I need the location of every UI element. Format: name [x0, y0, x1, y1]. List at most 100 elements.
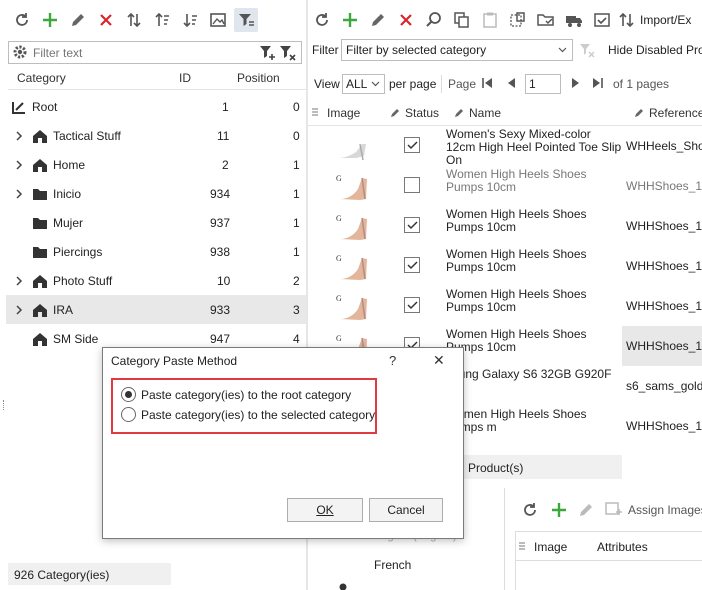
import-export-label: Import/Ex [640, 13, 692, 27]
edit-category-button[interactable] [66, 8, 90, 32]
column-id[interactable]: ID [179, 67, 191, 89]
language-french[interactable]: French [374, 558, 411, 572]
tree-row-photo-stuff[interactable]: Photo Stuff 10 2 [6, 266, 306, 295]
move-button[interactable] [122, 8, 146, 32]
pencil-icon [391, 109, 399, 117]
filter-text-box[interactable] [8, 41, 302, 64]
root-category-icon [12, 102, 25, 114]
move-down-button[interactable] [178, 8, 202, 32]
filter-tree-button[interactable] [234, 8, 258, 32]
status-checkbox[interactable] [404, 137, 420, 153]
add-product-button[interactable] [338, 8, 362, 32]
refresh-products-button[interactable] [310, 8, 334, 32]
column-category[interactable]: Category [17, 67, 66, 89]
status-checkbox[interactable] [404, 297, 420, 313]
delete-category-button[interactable] [94, 8, 118, 32]
radio-paste-to-root[interactable] [121, 387, 136, 402]
tree-row-tactical-stuff[interactable]: Tactical Stuff 11 0 [6, 121, 306, 150]
expand-icon[interactable] [339, 583, 347, 590]
assign-images-button[interactable]: Assign Images [628, 503, 702, 517]
assign-images-icon [605, 502, 622, 515]
shoe-thumbnail-icon: G [336, 174, 367, 200]
close-icon[interactable]: ✕ [433, 352, 445, 369]
option-paste-to-selected-label[interactable]: Paste category(ies) to the selected cate… [141, 408, 375, 422]
search-products-button[interactable] [422, 8, 446, 32]
of-pages-label: of 1 pages [613, 77, 670, 91]
approve-button[interactable] [590, 8, 614, 32]
column-attributes[interactable]: Attributes [597, 540, 648, 554]
tree-position: 3 [293, 303, 300, 317]
radio-paste-to-selected[interactable] [121, 407, 136, 422]
delete-product-button[interactable] [394, 8, 418, 32]
clear-filter-icon[interactable] [579, 42, 595, 58]
shoe-thumbnail-icon: G [336, 214, 367, 240]
folder-check-button[interactable] [534, 8, 558, 32]
filter-label: Filter [312, 43, 339, 57]
table-row[interactable]: G Women High Heels Shoes Pumps 10cm WHHS… [320, 246, 702, 286]
grid-menu-icon[interactable] [312, 108, 318, 118]
hide-disabled-label[interactable]: Hide Disabled Pro [608, 43, 702, 57]
left-edge-splitter-grip[interactable] [3, 400, 6, 410]
last-page-icon[interactable] [592, 77, 604, 89]
view-select[interactable]: ALL [342, 74, 385, 94]
paste-options-highlight [111, 378, 377, 434]
tree-position: 4 [293, 332, 300, 346]
table-row[interactable]: G Women High Heels Shoes Pumps 10cm WHHS… [320, 206, 702, 246]
filter-category-select[interactable]: Filter by selected category [341, 39, 573, 61]
tree-row-piercings[interactable]: Piercings 938 1 [6, 237, 306, 266]
clipboard-icon [483, 12, 497, 28]
filter-text-input[interactable] [31, 43, 255, 62]
clear-filter-icon[interactable] [279, 44, 296, 61]
select-button[interactable] [506, 8, 530, 32]
status-checkbox[interactable] [404, 217, 420, 233]
tree-row-inicio[interactable]: Inicio 934 1 [6, 179, 306, 208]
chevron-right-icon[interactable] [14, 159, 24, 171]
column-reference[interactable]: Reference [649, 102, 702, 124]
import-export-button[interactable]: Import/Ex [618, 8, 691, 32]
cancel-button[interactable]: Cancel [369, 498, 443, 522]
column-status[interactable]: Status [405, 102, 439, 124]
pencil-icon[interactable] [577, 501, 595, 519]
column-position[interactable]: Position [237, 67, 280, 89]
option-paste-to-root-label[interactable]: Paste category(ies) to the root category [141, 388, 351, 402]
add-filter-icon[interactable] [259, 44, 276, 61]
plus-icon[interactable] [550, 501, 568, 519]
column-image[interactable]: Image [534, 540, 567, 554]
shipping-button[interactable] [562, 8, 586, 32]
copy-product-button[interactable] [450, 8, 474, 32]
help-button[interactable]: ? [389, 353, 396, 368]
refresh-icon[interactable] [521, 501, 539, 519]
tree-row-home[interactable]: Home 2 1 [6, 150, 306, 179]
column-name[interactable]: Name [469, 102, 501, 124]
grid-menu-icon[interactable] [519, 542, 525, 552]
table-row[interactable]: Women's Sexy Mixed-color 12cm High Heel … [320, 126, 702, 167]
chevron-right-icon[interactable] [14, 275, 24, 287]
chevron-right-icon[interactable] [14, 304, 24, 316]
previous-page-icon[interactable] [505, 77, 517, 89]
paste-product-button[interactable] [478, 8, 502, 32]
chevron-right-icon[interactable] [14, 130, 24, 142]
next-page-icon[interactable] [570, 77, 582, 89]
column-image[interactable]: Image [327, 102, 360, 124]
ok-button[interactable]: OK [287, 498, 363, 522]
chevron-right-icon[interactable] [14, 188, 24, 200]
edit-product-button[interactable] [366, 8, 390, 32]
tree-row-mujer[interactable]: Mujer 937 1 [6, 208, 306, 237]
table-row[interactable]: G Women High Heels Shoes Pumps 10cm WHHS… [320, 286, 702, 326]
tree-row-root[interactable]: Root 1 0 [6, 92, 306, 121]
product-reference: WHHShoes_10 [626, 419, 702, 433]
refresh-button[interactable] [10, 8, 34, 32]
move-up-button[interactable] [150, 8, 174, 32]
image-button[interactable] [206, 8, 230, 32]
home-category-icon [33, 304, 47, 317]
gear-icon[interactable] [12, 44, 28, 60]
status-checkbox[interactable] [404, 177, 420, 193]
table-row[interactable]: G Women High Heels Shoes Pumps 10cm WHHS… [320, 166, 702, 206]
page-number-input[interactable]: 1 [525, 74, 561, 94]
first-page-icon[interactable] [481, 77, 493, 89]
status-checkbox[interactable] [404, 257, 420, 273]
pencil-icon [72, 14, 84, 26]
add-category-button[interactable] [38, 8, 62, 32]
pencil-icon [372, 14, 384, 26]
tree-row-ira[interactable]: IRA 933 3 [6, 295, 306, 324]
